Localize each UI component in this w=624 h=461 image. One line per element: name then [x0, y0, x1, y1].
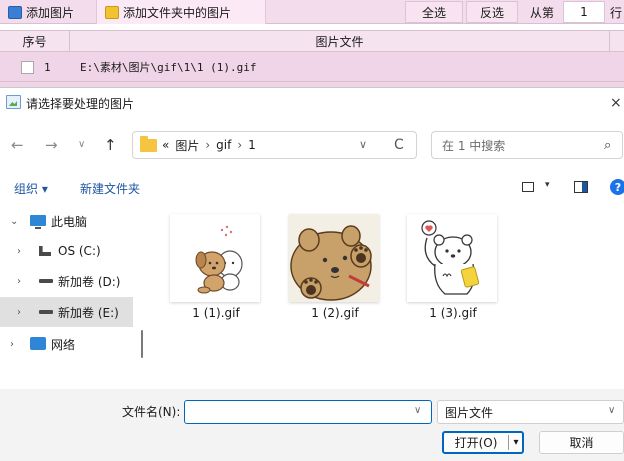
open-options-chevron-icon[interactable]: ▾: [510, 434, 522, 451]
file-thumbnail: [407, 214, 497, 302]
breadcrumb: « 图片 › gif › 1: [162, 132, 256, 158]
help-icon[interactable]: ?: [610, 179, 624, 195]
column-header-index[interactable]: 序号: [0, 31, 70, 51]
file-type-value: 图片文件: [445, 405, 494, 420]
sidebar-item-drive-c[interactable]: › OS (C:): [0, 236, 133, 266]
search-icon: ⌕: [604, 138, 612, 153]
add-folder-images-button[interactable]: 添加文件夹中的图片: [96, 0, 266, 24]
network-icon: [30, 337, 46, 350]
add-image-button[interactable]: 添加图片: [0, 0, 88, 24]
chevron-down-icon[interactable]: ∨: [359, 138, 367, 151]
hugging-dogs-image: [195, 225, 243, 294]
view-mode-icon[interactable]: [522, 182, 534, 192]
select-all-button[interactable]: 全选: [405, 1, 463, 23]
breadcrumb-separator[interactable]: ›: [237, 138, 242, 152]
invert-selection-button[interactable]: 反选: [466, 1, 518, 23]
column-header-file[interactable]: 图片文件: [70, 31, 610, 51]
address-bar[interactable]: « 图片 › gif › 1 ∨: [132, 131, 417, 159]
breadcrumb-item-pictures[interactable]: 图片: [175, 137, 199, 154]
image-file-icon: [6, 95, 21, 109]
up-arrow-icon[interactable]: ↑: [104, 136, 117, 154]
breadcrumb-item-gif[interactable]: gif: [216, 138, 231, 152]
sidebar-item-drive-e[interactable]: › 新加卷 (E:): [0, 297, 133, 327]
row-index: 1: [44, 60, 51, 74]
chevron-down-icon[interactable]: ⌄: [10, 216, 18, 227]
filename-input[interactable]: [184, 400, 432, 424]
file-thumbnail: [170, 214, 260, 302]
dialog-title: 请选择要处理的图片: [26, 96, 135, 111]
file-list: 1 (1).gif 1 (2).gif 1 (3).gif: [150, 206, 624, 389]
dialog-titlebar: 请选择要处理的图片 ×: [0, 88, 624, 118]
white-bear-image: [421, 220, 480, 295]
row-file-path: E:\素材\图片\gif\1\1 (1).gif: [80, 61, 257, 74]
drive-icon: [39, 310, 53, 314]
dialog-footer: 文件名(N): ∨ 图片文件 ∨ 打开(O) ▾ 取消: [0, 389, 624, 461]
preview-pane-icon[interactable]: [574, 181, 588, 193]
drive-icon: [39, 279, 53, 283]
open-file-dialog: 请选择要处理的图片 × ← → ∨ ↑ « 图片 › gif › 1 ∨ C 在…: [0, 87, 624, 461]
brown-bear-image: [289, 214, 379, 302]
chevron-right-icon[interactable]: ›: [10, 339, 14, 350]
table-row[interactable]: 1 E:\素材\图片\gif\1\1 (1).gif: [0, 52, 624, 82]
refresh-icon[interactable]: C: [394, 137, 404, 153]
open-button[interactable]: 打开(O) ▾: [442, 431, 524, 454]
folder-icon: [105, 5, 119, 19]
breadcrumb-overflow[interactable]: «: [162, 138, 169, 152]
new-folder-button[interactable]: 新建文件夹: [80, 176, 140, 200]
add-folder-images-label: 添加文件夹中的图片: [123, 5, 232, 20]
navigation-row: ← → ∨ ↑ « 图片 › gif › 1 ∨ C 在 1 中搜索 ⌕: [0, 128, 624, 162]
file-name: 1 (3).gif: [429, 306, 477, 320]
file-item[interactable]: 1 (1).gif: [170, 210, 262, 322]
organize-menu[interactable]: 组织 ▾: [14, 176, 48, 200]
file-thumbnail: [289, 214, 379, 302]
chevron-right-icon[interactable]: ›: [17, 307, 21, 318]
image-icon: [8, 5, 22, 19]
forward-arrow-icon[interactable]: →: [45, 136, 58, 154]
search-input[interactable]: 在 1 中搜索 ⌕: [431, 131, 623, 159]
chevron-right-icon[interactable]: ›: [17, 246, 21, 257]
back-arrow-icon[interactable]: ←: [11, 136, 24, 154]
from-page-label: 从第: [529, 5, 554, 20]
close-icon[interactable]: ×: [610, 88, 624, 118]
filename-label: 文件名(N):: [122, 404, 181, 419]
sidebar-item-label: 此电脑: [51, 214, 88, 229]
navigation-scrollbar[interactable]: [141, 330, 143, 358]
folder-icon: [140, 136, 157, 152]
computer-icon: [30, 215, 46, 229]
breadcrumb-separator[interactable]: ›: [205, 138, 210, 152]
recent-locations-chevron-icon[interactable]: ∨: [78, 139, 85, 150]
open-button-label: 打开(O): [454, 436, 498, 450]
sidebar-item-drive-d[interactable]: › 新加卷 (D:): [0, 266, 133, 296]
sidebar-item-this-pc[interactable]: ⌄ 此电脑: [0, 206, 133, 236]
view-mode-chevron-icon[interactable]: ▾: [545, 180, 550, 190]
file-item[interactable]: 1 (3).gif: [407, 210, 499, 322]
cancel-button[interactable]: 取消: [539, 431, 624, 454]
sidebar-item-label: OS (C:): [58, 244, 101, 258]
breadcrumb-item-1[interactable]: 1: [248, 138, 256, 152]
chevron-right-icon[interactable]: ›: [17, 276, 21, 287]
add-image-label: 添加图片: [26, 5, 75, 20]
table-header: 序号 图片文件: [0, 30, 624, 52]
file-type-select[interactable]: 图片文件 ∨: [437, 400, 624, 424]
chevron-down-icon[interactable]: ∨: [414, 405, 421, 416]
row-checkbox[interactable]: [21, 61, 34, 74]
row-label: 行: [610, 5, 623, 20]
file-name: 1 (2).gif: [311, 306, 359, 320]
chevron-down-icon[interactable]: ∨: [608, 405, 615, 416]
command-bar: 组织 ▾ 新建文件夹 ▾ ?: [0, 176, 624, 200]
file-name: 1 (1).gif: [192, 306, 240, 320]
sidebar-item-network[interactable]: › 网络: [0, 329, 133, 359]
sidebar-item-label: 新加卷 (D:): [58, 274, 121, 289]
sidebar-item-label: 网络: [51, 337, 76, 352]
page-number-input[interactable]: 1: [563, 1, 605, 23]
file-item[interactable]: 1 (2).gif: [289, 210, 381, 322]
split-divider: [508, 435, 509, 450]
main-toolbar: 添加图片 添加文件夹中的图片 全选 反选 从第 1 行: [0, 0, 624, 24]
search-placeholder: 在 1 中搜索: [442, 138, 506, 153]
navigation-pane: ⌄ 此电脑 › OS (C:) › 新加卷 (D:) › 新加卷 (E:) › …: [0, 206, 133, 389]
windows-drive-icon: [39, 246, 51, 256]
sidebar-item-label: 新加卷 (E:): [58, 305, 119, 320]
